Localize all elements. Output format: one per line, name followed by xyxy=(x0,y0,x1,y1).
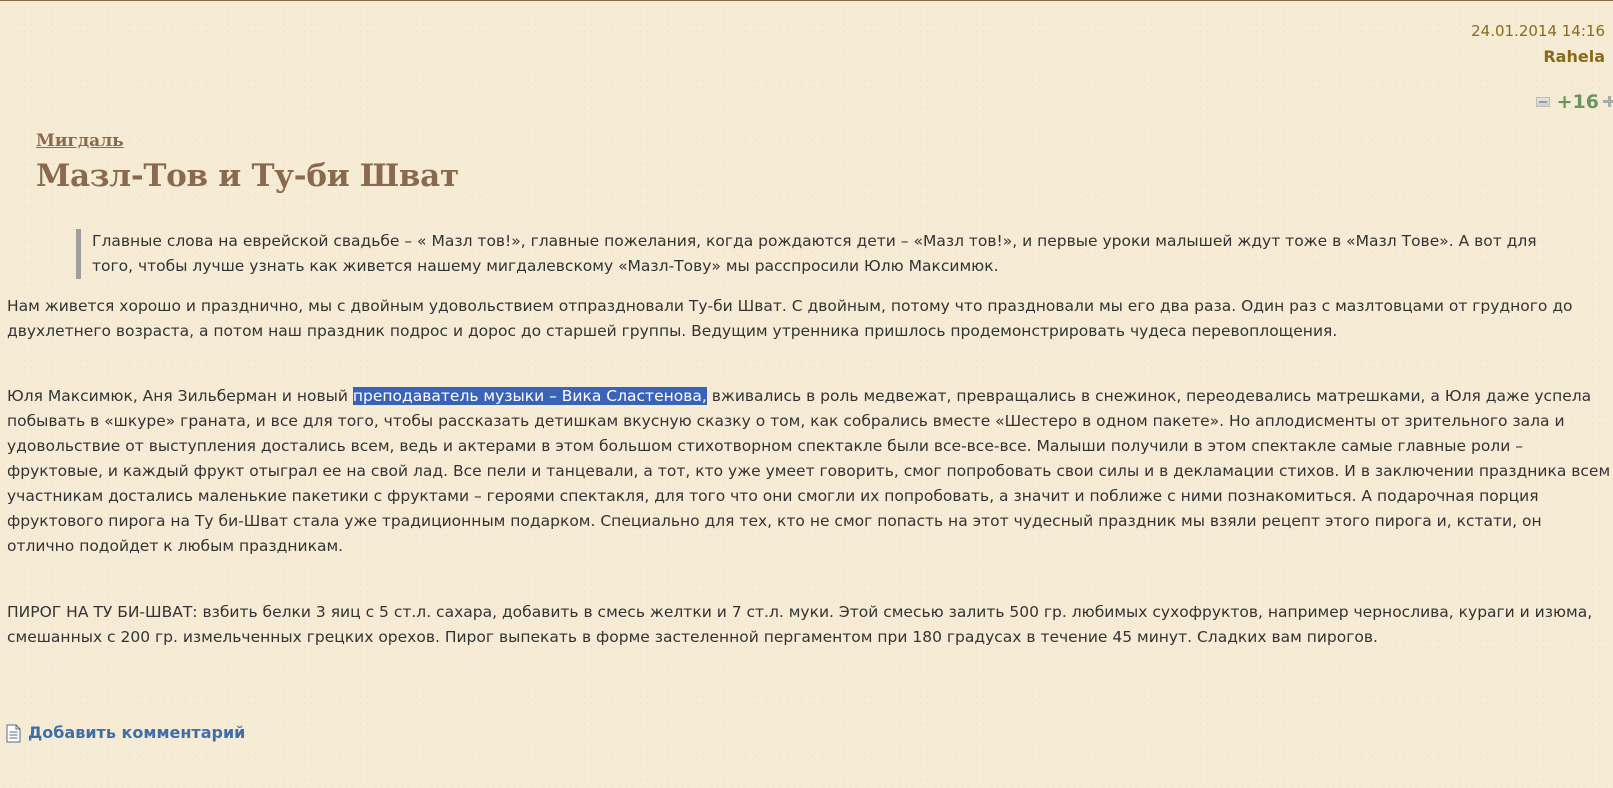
paragraph-2-rest: вживались в роль медвежат, превращались … xyxy=(7,387,1611,555)
plus-icon[interactable] xyxy=(1603,96,1613,108)
article-lead-quote: Главные слова на еврейской свадьбе – « М… xyxy=(76,229,1556,279)
post-date: 24.01.2014 14:16 xyxy=(1471,22,1605,40)
category-link[interactable]: Мигдаль xyxy=(36,131,124,151)
add-comment-label: Добавить комментарий xyxy=(28,723,246,742)
article-paragraph-1: Нам живется хорошо и празднично, мы с дв… xyxy=(7,297,1573,340)
article-paragraph-2: Юля Максимюк, Аня Зильберман и новый пре… xyxy=(7,384,1613,559)
selected-text: преподаватель музыки – Вика Сластенова, xyxy=(352,387,707,405)
paragraph-2-start: Юля Максимюк, Аня Зильберман и новый xyxy=(7,387,353,405)
rating-widget: +16 xyxy=(1535,91,1613,113)
article-title: Мазл-Тов и Ту-би Шват xyxy=(36,158,459,194)
post-author: Rahela xyxy=(1543,47,1605,66)
document-icon xyxy=(6,724,21,742)
top-divider xyxy=(0,0,1613,1)
rating-value: +16 xyxy=(1556,91,1599,113)
minus-icon[interactable] xyxy=(1535,97,1550,107)
article-paragraph-recipe: ПИРОГ НА ТУ БИ-ШВАТ: взбить белки 3 яиц … xyxy=(7,603,1593,646)
add-comment-link[interactable]: Добавить комментарий xyxy=(6,722,245,744)
